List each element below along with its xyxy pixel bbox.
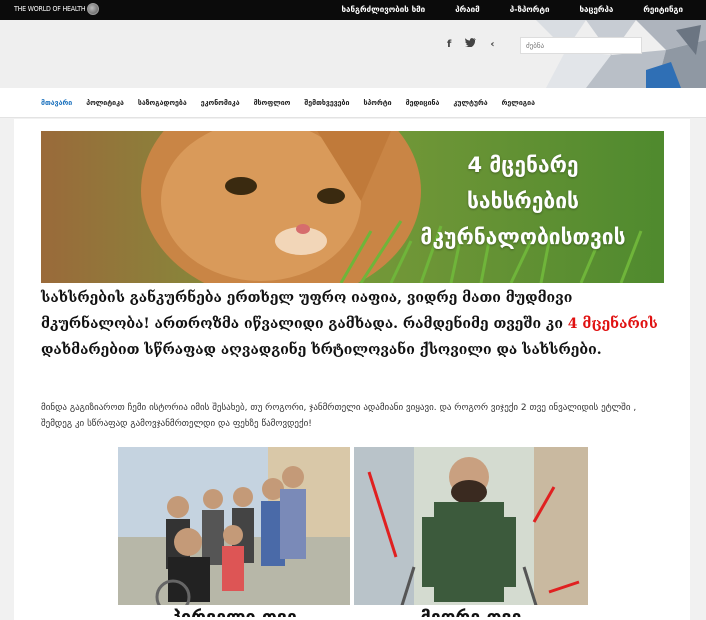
top-nav-item[interactable]: პრაიმ [440, 0, 495, 20]
top-nav-item[interactable]: ხანგრძლივობის ხმი [326, 0, 440, 20]
photo-caption: მეორე თვე [354, 605, 588, 617]
twitter-icon[interactable] [465, 38, 477, 50]
top-nav: ხანგრძლივობის ხმი პრაიმ პ-ზპორტი ხაცერპა… [326, 0, 698, 20]
lead-highlight: 4 მცენარის [567, 316, 658, 332]
after-photo[interactable]: მეორე თვე [354, 447, 588, 617]
category-item[interactable]: სპორტი [356, 88, 398, 118]
header-band: f ‹ [0, 20, 706, 88]
site-logo[interactable]: THE WORLD OF HEALTH [14, 3, 100, 15]
lead-text: დახმარებით სწრაფად აღვადგინე ხრტილოვანი … [41, 342, 602, 358]
category-item[interactable]: საზოგადოება [131, 88, 194, 118]
after-photo-illustration [354, 447, 588, 617]
logo-text: THE WORLD OF HEALTH [14, 5, 86, 13]
polygon-decoration [536, 20, 706, 88]
hero-caption: 4 მცენარე სახსრების მკურნალობისთვის [398, 147, 648, 255]
globe-icon [87, 3, 100, 15]
category-item[interactable]: შემთხვევები [297, 88, 356, 118]
category-nav: მთავარი პოლიტიკა საზოგადოება ეკონომიკა მ… [0, 88, 706, 118]
category-item[interactable]: რელიგია [495, 88, 542, 118]
share-icon[interactable]: ‹ [490, 39, 494, 50]
category-item[interactable]: მედიცინა [399, 88, 447, 118]
category-item[interactable]: ეკონომიკა [194, 88, 247, 118]
top-bar: THE WORLD OF HEALTH ხანგრძლივობის ხმი პრ… [0, 0, 706, 20]
category-item[interactable]: პოლიტიკა [79, 88, 131, 118]
before-photo-illustration [118, 447, 350, 617]
top-nav-item[interactable]: რეიტინგი [628, 0, 698, 20]
category-item[interactable]: კულტურა [446, 88, 494, 118]
category-item[interactable]: მსოფლიო [247, 88, 298, 118]
search-input[interactable] [520, 37, 642, 54]
top-nav-item[interactable]: პ-ზპორტი [495, 0, 565, 20]
article-lead: სახსრების განკურნება ერთხელ უფრო იაფია, … [41, 285, 663, 363]
article-intro: მინდა გაგიზიაროთ ჩემი ისტორია იმის შესახ… [41, 403, 637, 429]
lead-text: სახსრების განკურნება ერთხელ უფრო იაფია, … [41, 290, 573, 332]
category-item[interactable]: მთავარი [34, 88, 79, 118]
top-nav-item[interactable]: ხაცერპა [564, 0, 628, 20]
photo-caption: პირველი თვე [118, 605, 350, 617]
hero-caption-line: მკურნალობისთვის [420, 225, 626, 249]
hero-caption-line: სახსრების [467, 189, 579, 213]
facebook-icon[interactable]: f [447, 39, 451, 50]
hero-caption-line: 4 მცენარე [467, 153, 579, 177]
article: 4 მცენარე სახსრების მკურნალობისთვის სახს… [14, 119, 690, 620]
before-photo[interactable]: პირველი თვე [118, 447, 350, 617]
social-links: f ‹ [447, 38, 494, 50]
hero-image[interactable]: 4 მცენარე სახსრების მკურნალობისთვის [41, 131, 664, 283]
